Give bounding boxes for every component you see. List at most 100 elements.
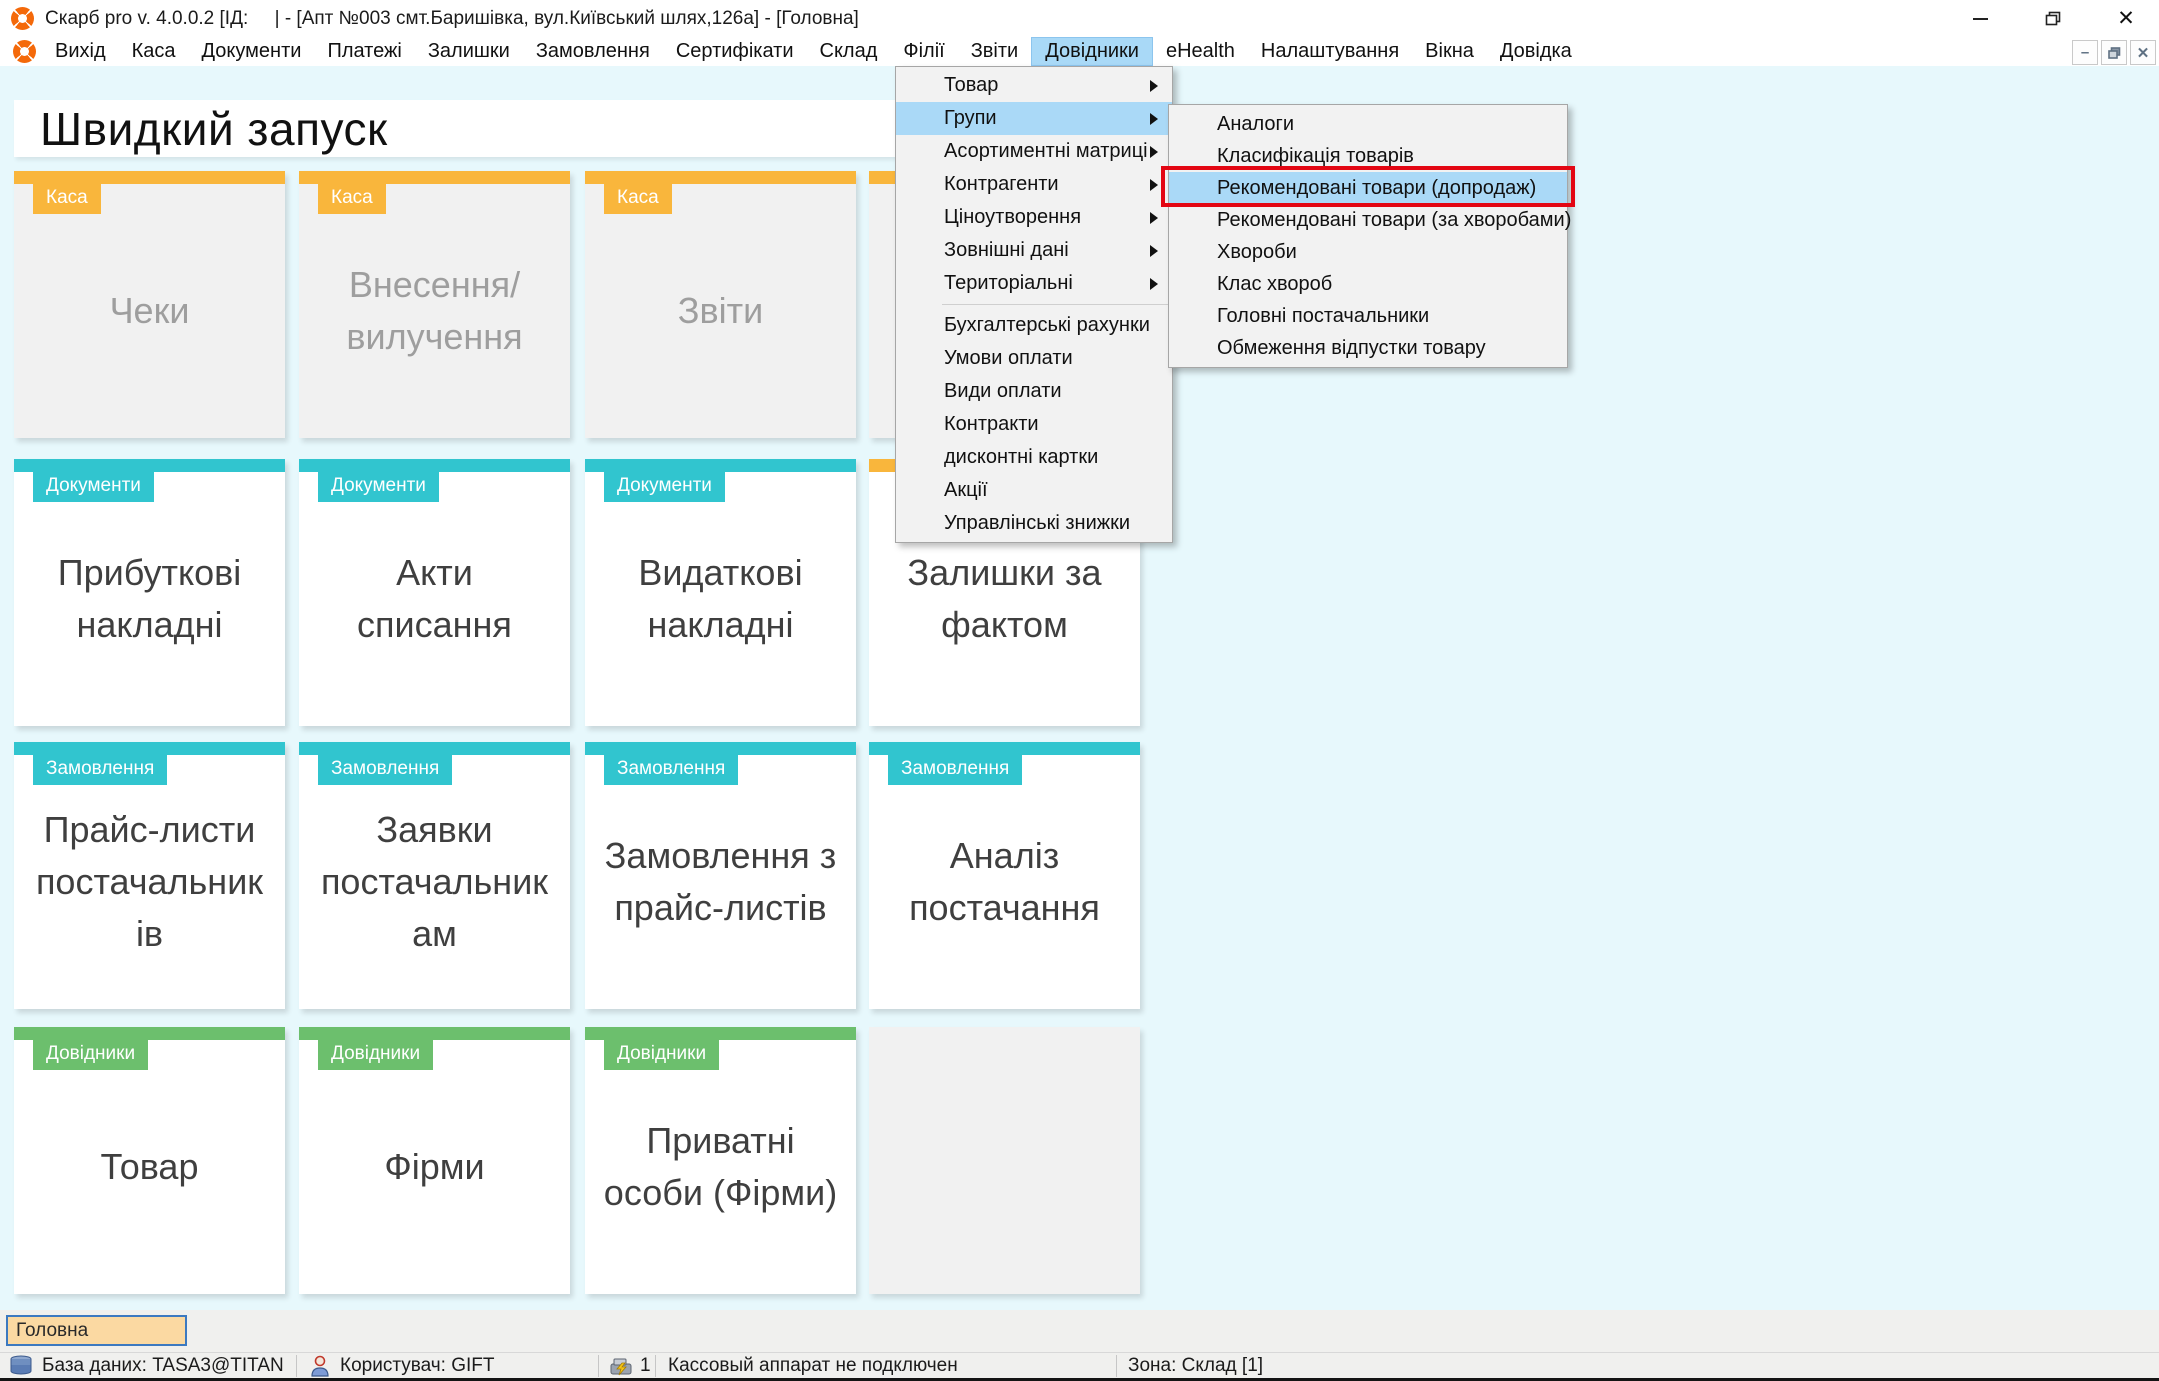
tile-topbar	[299, 742, 570, 755]
hrupy-submenu: Аналоги Класифікація товарів Рекомендова…	[1168, 104, 1568, 368]
tile-label: Акти списання	[299, 472, 570, 726]
tile-firmy[interactable]: Довідники Фірми	[299, 1027, 570, 1294]
submenu-item-khvoroby[interactable]: Хвороби	[1169, 236, 1567, 268]
mdi-window-controls: – ✕	[2072, 40, 2156, 65]
dropdown-item-asortymentni-matrytsi[interactable]: Асортиментні матриці	[896, 135, 1172, 168]
tile-topbar	[14, 171, 285, 184]
tile-topbar	[585, 742, 856, 755]
tile-topbar	[14, 742, 285, 755]
close-button[interactable]: ✕	[2100, 0, 2152, 37]
tile-label: Приватні особи (Фірми)	[585, 1040, 856, 1294]
tile-prais-lysty-postachalnykiv[interactable]: Замовлення Прайс-листи постачальників	[14, 742, 285, 1009]
dropdown-item-terytorialni[interactable]: Територіальні	[896, 267, 1172, 300]
menu-sklad[interactable]: Склад	[807, 37, 891, 66]
menu-bar: Вихід Каса Документи Платежі Залишки Зам…	[0, 37, 2159, 66]
tile-vydatkovi-nakladni[interactable]: Документи Видаткові накладні	[585, 459, 856, 726]
mdi-close-button[interactable]: ✕	[2130, 40, 2156, 65]
register-status: Кассовый аппарат не подключен	[668, 1355, 958, 1377]
menu-zamovlennia[interactable]: Замовлення	[523, 37, 663, 66]
dropdown-item-bukhhalterski-rakhunky[interactable]: Бухгалтерські рахунки	[896, 309, 1172, 342]
tile-label: Товар	[14, 1040, 285, 1294]
tile-prybutkovi-nakladni[interactable]: Документи Прибуткові накладні	[14, 459, 285, 726]
menu-filii[interactable]: Філії	[890, 37, 957, 66]
tile-zaiavky-postachalnykam[interactable]: Замовлення Заявки постачальникам	[299, 742, 570, 1009]
page-title: Швидкий запуск	[40, 102, 388, 156]
tile-label: Заявки постачальникам	[299, 755, 570, 1009]
dropdown-item-upravlinski-znyzhky[interactable]: Управлінські знижки	[896, 507, 1172, 540]
tile-topbar	[299, 171, 570, 184]
submenu-arrow-icon	[1150, 278, 1158, 290]
tile-label: Фірми	[299, 1040, 570, 1294]
tile-topbar	[14, 1027, 285, 1040]
tile-topbar	[299, 1027, 570, 1040]
submenu-arrow-icon	[1150, 212, 1158, 224]
menu-zvity[interactable]: Звіти	[958, 37, 1031, 66]
register-count: 1	[640, 1355, 651, 1377]
mdi-child-logo-icon	[13, 40, 36, 63]
submenu-item-analohy[interactable]: Аналоги	[1169, 108, 1567, 140]
menu-vikna[interactable]: Вікна	[1412, 37, 1487, 66]
tile-topbar	[869, 742, 1140, 755]
tile-topbar	[14, 459, 285, 472]
title-bar: Скарб pro v. 4.0.0.2 [ІД: | - [Апт №003 …	[0, 0, 2159, 37]
dropdown-item-aktsii[interactable]: Акції	[896, 474, 1172, 507]
submenu-item-rekomendovani-tovary-doprodazh[interactable]: Рекомендовані товари (допродаж)	[1169, 172, 1567, 204]
submenu-item-holovni-postachalnyky[interactable]: Головні постачальники	[1169, 300, 1567, 332]
submenu-item-klasyfikatsiia-tovariv[interactable]: Класифікація товарів	[1169, 140, 1567, 172]
dropdown-item-kontrakty[interactable]: Контракти	[896, 408, 1172, 441]
menu-kasa[interactable]: Каса	[119, 37, 189, 66]
menu-dokumenty[interactable]: Документи	[189, 37, 315, 66]
submenu-item-rekomendovani-tovary-za-khvorobamy[interactable]: Рекомендовані товари (за хворобами)	[1169, 204, 1567, 236]
submenu-arrow-icon	[1150, 146, 1158, 158]
tile-analiz-postachannia[interactable]: Замовлення Аналіз постачання	[869, 742, 1140, 1009]
menu-sertyfikaty[interactable]: Сертифікати	[663, 37, 807, 66]
dropdown-item-kontrahenty[interactable]: Контрагенти	[896, 168, 1172, 201]
restore-button[interactable]	[2028, 0, 2078, 37]
menu-items: Вихід Каса Документи Платежі Залишки Зам…	[42, 37, 1585, 66]
menu-dovidka[interactable]: Довідка	[1487, 37, 1585, 66]
menu-ehealth[interactable]: eHealth	[1153, 37, 1248, 66]
tab-holovna[interactable]: Головна	[6, 1315, 187, 1346]
submenu-arrow-icon	[1150, 113, 1158, 125]
status-separator	[655, 1355, 656, 1377]
status-separator	[296, 1355, 297, 1377]
tile-zamovlennia-z-prais-lystiv[interactable]: Замовлення Замовлення з прайс-листів	[585, 742, 856, 1009]
dropdown-item-hrupy[interactable]: Групи	[896, 102, 1172, 135]
menu-zalyshky[interactable]: Залишки	[415, 37, 523, 66]
tile-topbar	[585, 1027, 856, 1040]
tile-topbar	[299, 459, 570, 472]
tile-label: Прайс-листи постачальників	[14, 755, 285, 1009]
status-bar: База даних: TASA3@TITAN Користувач: GIFT…	[0, 1352, 2159, 1378]
dropdown-item-tsinoutvorennia[interactable]: Ціноутворення	[896, 201, 1172, 234]
mdi-restore-button[interactable]	[2101, 40, 2127, 65]
mdi-restore-icon	[2108, 47, 2121, 59]
mdi-minimize-button[interactable]: –	[2072, 40, 2098, 65]
dropdown-item-vydy-oplaty[interactable]: Види оплати	[896, 375, 1172, 408]
tile-zvity[interactable]: Каса Звіти	[585, 171, 856, 438]
tile-label: Видаткові накладні	[585, 472, 856, 726]
dropdown-item-dyskontni-kartky[interactable]: дисконтні картки	[896, 441, 1172, 474]
dropdown-item-umovy-oplaty[interactable]: Умови оплати	[896, 342, 1172, 375]
tile-vnesennia-vyluchennia[interactable]: Каса Внесення/вилучення	[299, 171, 570, 438]
tile-pryvatni-osoby[interactable]: Довідники Приватні особи (Фірми)	[585, 1027, 856, 1294]
window-title: Скарб pro v. 4.0.0.2 [ІД: | - [Апт №003 …	[45, 8, 859, 30]
dropdown-item-tovar[interactable]: Товар	[896, 69, 1172, 102]
tile-tovar[interactable]: Довідники Товар	[14, 1027, 285, 1294]
restore-icon	[2045, 11, 2061, 26]
submenu-arrow-icon	[1150, 179, 1158, 191]
submenu-item-obmezhennia-vidpustky-tovaru[interactable]: Обмеження відпустки товару	[1169, 332, 1567, 364]
menu-vykhid[interactable]: Вихід	[42, 37, 119, 66]
submenu-item-klas-khvorob[interactable]: Клас хвороб	[1169, 268, 1567, 300]
menu-nalashtuvannia[interactable]: Налаштування	[1248, 37, 1412, 66]
minimize-button[interactable]	[1955, 0, 2005, 37]
app-window: Скарб pro v. 4.0.0.2 [ІД: | - [Апт №003 …	[0, 0, 2159, 1381]
submenu-arrow-icon	[1150, 245, 1158, 257]
submenu-arrow-icon	[1150, 80, 1158, 92]
zone-status: Зона: Склад [1]	[1128, 1355, 1263, 1377]
app-logo-icon	[11, 7, 34, 30]
dropdown-item-zovnishni-dani[interactable]: Зовнішні дані	[896, 234, 1172, 267]
menu-dovidnyky[interactable]: Довідники	[1031, 37, 1153, 66]
menu-platezhi[interactable]: Платежі	[314, 37, 414, 66]
tile-cheky[interactable]: Каса Чеки	[14, 171, 285, 438]
tile-akty-spysannia[interactable]: Документи Акти списання	[299, 459, 570, 726]
